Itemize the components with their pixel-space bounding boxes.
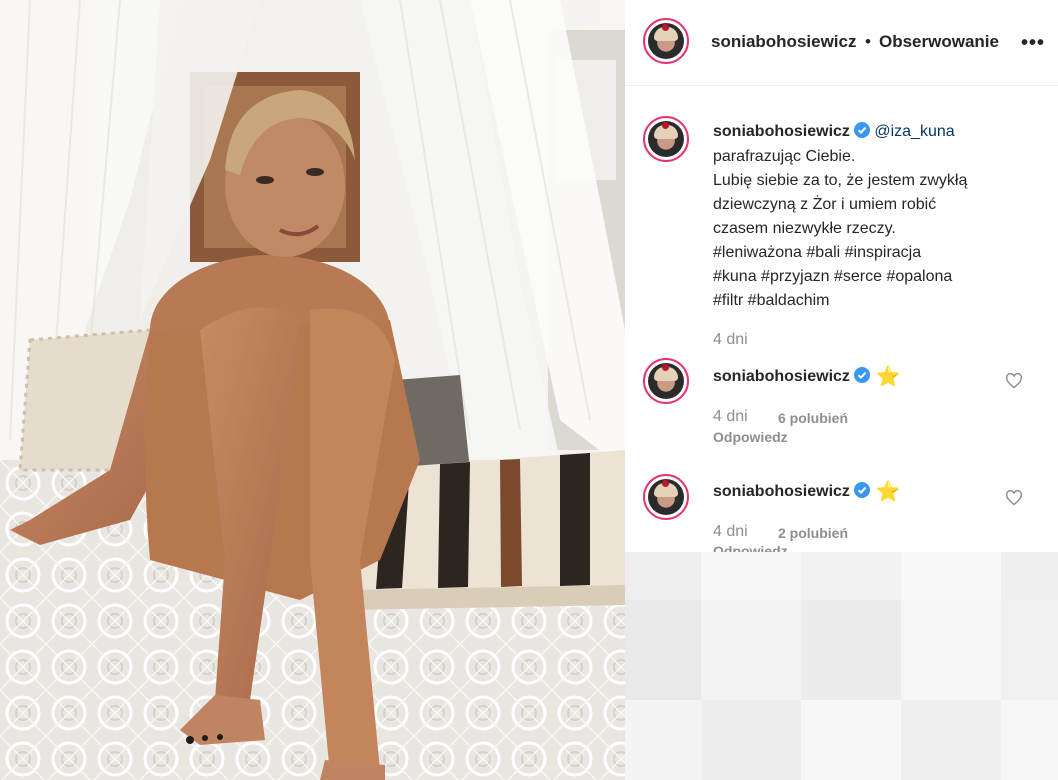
avatar-rose-shape [662, 480, 669, 487]
caption-text-line: Lubię siebie za to, że jestem zwykłą [713, 172, 968, 189]
hashtag-line[interactable]: #filtr #baldachim [713, 289, 830, 313]
blur-block [625, 700, 701, 780]
blur-block [801, 700, 901, 780]
avatar-rose-shape [662, 122, 669, 129]
blur-block [701, 552, 801, 600]
blur-block [625, 552, 701, 600]
pixelated-redaction [625, 552, 1058, 780]
blur-block [901, 600, 1001, 700]
reply-button[interactable]: Odpowiedz [713, 429, 788, 445]
post-side-panel: soniabohosiewicz • Obserwowanie ••• soni… [625, 0, 1058, 780]
verified-badge-icon [853, 367, 870, 383]
separator-dot: • [865, 32, 871, 51]
comment-avatar[interactable] [643, 474, 689, 520]
blur-block [801, 552, 901, 600]
blur-block [901, 552, 1001, 600]
verified-badge-icon [853, 122, 870, 138]
avatar-image [648, 121, 684, 157]
post-header: soniabohosiewicz • Obserwowanie ••• [625, 0, 1058, 86]
hashtag-line[interactable]: #kuna #przyjazn #serce #opalona [713, 265, 952, 289]
blur-block [1001, 600, 1058, 700]
avatar-image [648, 23, 684, 59]
star-emoji: ⭐ [875, 481, 901, 503]
caption-text-line: czasem niezwykłe rzeczy. [713, 220, 896, 237]
blur-block [701, 700, 801, 780]
avatar-rose-shape [662, 24, 669, 31]
blur-block [801, 600, 901, 700]
avatar-image [648, 363, 684, 399]
post-photo[interactable] [0, 0, 625, 780]
caption-text-line: parafrazując Ciebie. [713, 148, 856, 165]
post-photo-illustration [0, 0, 625, 780]
comment-likes-count[interactable]: 2 polubień [778, 525, 848, 541]
comment-likes-count[interactable]: 6 polubień [778, 410, 848, 426]
avatar[interactable] [643, 18, 689, 64]
more-options-icon[interactable]: ••• [1021, 32, 1045, 55]
following-button[interactable]: Obserwowanie [879, 32, 999, 52]
mention-link[interactable]: @iza_kuna [874, 123, 954, 140]
caption-timestamp[interactable]: 4 dni [713, 331, 748, 349]
post-username-link[interactable]: soniabohosiewicz [711, 32, 856, 52]
blur-block [1001, 552, 1058, 600]
caption-username-link[interactable]: soniabohosiewicz [713, 123, 850, 140]
blur-block [901, 700, 1001, 780]
heart-icon[interactable] [1005, 373, 1023, 389]
caption-text-line: dziewczyną z Żor i umiem robić [713, 196, 937, 213]
caption-first-line: soniabohosiewicz @iza_kuna [713, 120, 955, 144]
comment-username-link[interactable]: soniabohosiewicz [713, 483, 850, 500]
star-emoji: ⭐ [875, 366, 901, 388]
comment-timestamp[interactable]: 4 dni [713, 523, 748, 541]
blur-block [1001, 700, 1058, 780]
caption-avatar[interactable] [643, 116, 689, 162]
comment-line: soniabohosiewicz ⭐ [713, 480, 901, 504]
avatar-image [648, 479, 684, 515]
comment-avatar[interactable] [643, 358, 689, 404]
hashtag-line[interactable]: #leniważona #bali #inspiracja [713, 241, 921, 265]
blur-block [701, 600, 801, 700]
heart-icon[interactable] [1005, 490, 1023, 506]
comment-username-link[interactable]: soniabohosiewicz [713, 368, 850, 385]
avatar-rose-shape [662, 364, 669, 371]
blur-block [625, 600, 701, 700]
comment-timestamp[interactable]: 4 dni [713, 408, 748, 426]
verified-badge-icon [853, 482, 870, 498]
comment-line: soniabohosiewicz ⭐ [713, 365, 901, 389]
